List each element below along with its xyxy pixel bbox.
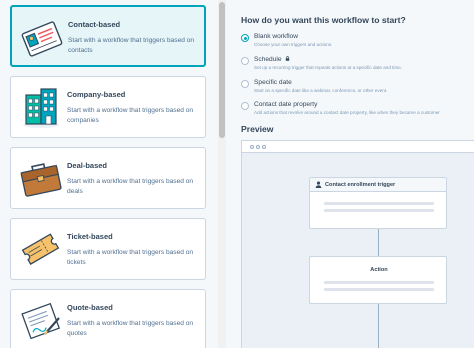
workflow-type-card-contact[interactable]: Contact-based Start with a workflow that…	[10, 5, 206, 67]
workflow-connector	[378, 304, 379, 348]
start-options-panel: How do you want this workflow to start? …	[226, 0, 474, 348]
scrollbar[interactable]	[218, 0, 226, 348]
contact-card-icon	[21, 21, 63, 57]
window-dot-icon	[262, 144, 266, 149]
preview-heading: Preview	[241, 124, 274, 134]
card-description: Start with a workflow that triggers base…	[67, 249, 194, 266]
option-description: Set up a recurring trigger that repeats …	[254, 65, 403, 70]
workflow-connector	[378, 229, 379, 256]
card-title: Quote-based	[67, 303, 113, 312]
window-dot-icon	[250, 144, 254, 149]
building-icon	[23, 88, 59, 128]
workflow-type-card-company[interactable]: Company-based Start with a workflow that…	[10, 76, 206, 138]
option-description: Add actions that revolve around a contac…	[254, 110, 440, 115]
option-label: Blank workflow	[254, 33, 298, 40]
lock-icon	[285, 56, 289, 61]
radio-button[interactable]	[241, 57, 249, 65]
card-description: Start with a workflow that triggers base…	[68, 37, 195, 54]
option-label: Specific date	[254, 79, 292, 86]
placeholder-line	[324, 209, 434, 212]
option-label: Contact date property	[254, 101, 318, 108]
action-node-title: Action	[370, 267, 388, 273]
workflow-type-list: Contact-based Start with a workflow that…	[0, 0, 218, 348]
window-dot-icon	[256, 144, 260, 149]
preview-window-bar	[242, 141, 474, 153]
start-options-heading: How do you want this workflow to start?	[241, 15, 406, 25]
card-description: Start with a workflow that triggers base…	[67, 107, 194, 124]
workflow-type-card-ticket[interactable]: Ticket-based Start with a workflow that …	[10, 218, 206, 280]
card-title: Company-based	[67, 90, 126, 99]
contact-icon	[315, 181, 322, 188]
card-title: Deal-based	[67, 161, 108, 170]
briefcase-icon	[20, 163, 62, 197]
placeholder-line	[324, 281, 434, 284]
radio-button[interactable]	[241, 80, 249, 88]
trigger-node: Contact enrollment trigger	[309, 177, 447, 229]
option-label: Schedule	[254, 56, 282, 63]
card-title: Contact-based	[68, 20, 121, 29]
workflow-type-card-deal[interactable]: Deal-based Start with a workflow that tr…	[10, 147, 206, 209]
placeholder-line	[324, 288, 434, 291]
radio-button[interactable]	[241, 102, 249, 110]
quote-document-icon	[21, 302, 61, 340]
card-title: Ticket-based	[67, 232, 113, 241]
ticket-icon	[21, 233, 60, 265]
action-node: Action	[309, 256, 447, 304]
card-description: Start with a workflow that triggers base…	[67, 178, 194, 195]
option-label-wrap: Schedule	[254, 56, 290, 63]
option-description: Start on a specific date like a webinar,…	[254, 88, 388, 93]
card-description: Start with a workflow that triggers base…	[67, 320, 194, 337]
scrollbar-thumb[interactable]	[219, 2, 225, 138]
option-description: Choose your own triggers and actions.	[254, 42, 333, 47]
workflow-type-card-quote[interactable]: Quote-based Start with a workflow that t…	[10, 289, 206, 348]
placeholder-line	[324, 202, 434, 205]
workflow-preview: Contact enrollment trigger Action	[241, 140, 474, 348]
trigger-node-title: Contact enrollment trigger	[325, 182, 396, 188]
radio-button[interactable]	[241, 34, 249, 42]
trigger-node-header: Contact enrollment trigger	[310, 178, 446, 192]
